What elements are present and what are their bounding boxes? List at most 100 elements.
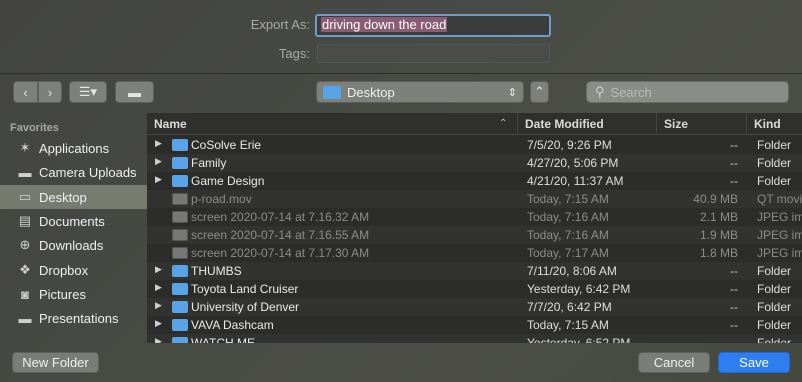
file-icon <box>172 193 188 205</box>
file-kind: JPEG image <box>757 246 802 260</box>
new-folder-button[interactable]: New Folder <box>12 352 99 373</box>
table-row[interactable]: ▶ CoSolve Erie 7/5/20, 9:26 PM -- Folder <box>147 136 802 154</box>
camera-icon: ◙ <box>21 286 29 302</box>
export-name-value: driving down the road <box>321 17 448 32</box>
table-row[interactable]: screen 2020-07-14 at 7.16.55 AM Today, 7:… <box>147 226 802 244</box>
file-kind: QT movie <box>757 192 802 206</box>
file-name: Game Design <box>191 174 265 188</box>
sort-chevron-icon: ⌃ <box>499 118 508 129</box>
dropbox-icon: ❖ <box>19 262 31 277</box>
file-kind: JPEG image <box>757 210 802 224</box>
location-select[interactable]: Desktop ⇕ <box>316 81 524 103</box>
sidebar-item-applications[interactable]: ✶ Applications <box>0 136 147 160</box>
tags-input[interactable] <box>317 44 550 63</box>
file-kind: Folder <box>757 282 792 296</box>
sidebar-item-documents[interactable]: ▤ Documents <box>0 209 147 233</box>
file-date: 7/11/20, 8:06 AM <box>527 264 617 278</box>
sidebar-item-dropbox[interactable]: ❖ Dropbox <box>0 258 147 282</box>
file-name: p-road.mov <box>191 192 252 206</box>
table-row[interactable]: ▶ University of Denver 7/7/20, 6:42 PM -- Fo… <box>147 298 802 316</box>
back-button[interactable]: ‹ <box>13 81 38 103</box>
table-row[interactable]: p-road.mov Today, 7:15 AM 40.9 MB QT movie <box>147 190 802 208</box>
folder-icon <box>172 301 188 313</box>
folder-icon <box>172 337 188 343</box>
disclosure-triangle-icon[interactable]: ▶ <box>155 138 162 149</box>
file-size: -- <box>730 174 738 188</box>
disclosure-triangle-icon[interactable]: ▶ <box>155 156 162 167</box>
table-row[interactable]: screen 2020-07-14 at 7.16.32 AM Today, 7:… <box>147 208 802 226</box>
file-name: Toyota Land Cruiser <box>191 282 299 296</box>
group-button[interactable]: ▬ <box>115 81 154 103</box>
folder-icon: ▬ <box>18 310 32 326</box>
sidebar-item-label: Applications <box>39 140 110 156</box>
column-header-size[interactable]: Size <box>656 113 746 135</box>
download-icon: ⊕ <box>19 237 31 252</box>
sidebar-item-camera-uploads[interactable]: ▬ Camera Uploads <box>0 160 147 184</box>
disclosure-triangle-icon[interactable]: ▶ <box>155 300 162 311</box>
table-row[interactable]: ▶ WATCH ME Yesterday, 6:52 PM -- Folder <box>147 334 802 343</box>
table-row[interactable]: screen 2020-07-14 at 7.17.30 AM Today, 7:… <box>147 244 802 262</box>
sidebar-heading: Favorites <box>10 122 59 134</box>
column-header-date[interactable]: Date Modified <box>517 113 656 135</box>
folder-icon <box>172 175 188 187</box>
table-row[interactable]: ▶ Game Design 4/21/20, 11:37 AM -- Folder <box>147 172 802 190</box>
search-field[interactable]: ⚲ Search <box>586 81 789 103</box>
chevron-left-icon: ‹ <box>23 84 28 100</box>
file-size: -- <box>730 318 738 332</box>
disclosure-triangle-icon[interactable]: ▶ <box>155 174 162 185</box>
file-date: Yesterday, 6:42 PM <box>527 282 631 296</box>
file-kind: JPEG image <box>757 228 802 242</box>
file-kind: Folder <box>757 336 792 343</box>
file-name: THUMBS <box>191 264 242 278</box>
file-date: 7/5/20, 9:26 PM <box>527 138 612 152</box>
file-icon <box>172 247 188 259</box>
save-button[interactable]: Save <box>718 352 790 373</box>
table-row[interactable]: ▶ VAVA Dashcam Today, 7:15 AM -- Folder <box>147 316 802 334</box>
folder-icon <box>172 139 188 151</box>
expand-collapse-button[interactable]: ⌃ <box>530 81 549 103</box>
sidebar-item-pictures[interactable]: ◙ Pictures <box>0 282 147 306</box>
file-icon <box>172 211 188 223</box>
sidebar-item-label: Presentations <box>39 310 119 326</box>
export-name-input[interactable]: driving down the road <box>315 14 551 37</box>
table-row[interactable]: ▶ Toyota Land Cruiser Yesterday, 6:42 PM --… <box>147 280 802 298</box>
search-icon: ⚲ <box>595 84 605 99</box>
cancel-button[interactable]: Cancel <box>638 352 710 373</box>
table-row[interactable]: ▶ THUMBS 7/11/20, 8:06 AM -- Folder <box>147 262 802 280</box>
table-row[interactable]: ▶ Family 4/27/20, 5:06 PM -- Folder <box>147 154 802 172</box>
file-size: 1.8 MB <box>699 246 738 260</box>
updown-chevron-icon: ⇕ <box>507 86 517 99</box>
file-date: Yesterday, 6:52 PM <box>527 336 631 343</box>
disclosure-triangle-icon[interactable]: ▶ <box>155 318 162 329</box>
sidebar-item-label: Downloads <box>39 237 104 253</box>
list-view-icon: ☰▾ <box>78 84 98 99</box>
file-name: CoSolve Erie <box>191 138 262 152</box>
sidebar-item-downloads[interactable]: ⊕ Downloads <box>0 233 147 257</box>
column-header-kind[interactable]: Kind <box>746 113 802 135</box>
file-date: 7/7/20, 6:42 PM <box>527 300 612 314</box>
disclosure-triangle-icon[interactable]: ▶ <box>155 336 162 343</box>
disclosure-triangle-icon[interactable]: ▶ <box>155 264 162 275</box>
search-placeholder: Search <box>610 84 652 100</box>
column-header-name[interactable]: Name <box>147 113 517 135</box>
file-date: Today, 7:16 AM <box>527 210 609 224</box>
file-date: Today, 7:15 AM <box>527 192 609 206</box>
file-date: 4/27/20, 5:06 PM <box>527 156 619 170</box>
file-kind: Folder <box>757 174 792 188</box>
sidebar-item-label: Documents <box>39 213 105 229</box>
file-size: -- <box>730 282 738 296</box>
folder-icon <box>172 157 188 169</box>
folder-icon <box>172 319 188 331</box>
file-kind: Folder <box>757 138 792 152</box>
file-name: screen 2020-07-14 at 7.16.55 AM <box>191 228 370 242</box>
file-size: -- <box>730 264 738 278</box>
file-size: -- <box>730 336 738 343</box>
disclosure-triangle-icon[interactable]: ▶ <box>155 282 162 293</box>
forward-button[interactable]: › <box>38 81 62 103</box>
file-size: -- <box>730 300 738 314</box>
file-size: 1.9 MB <box>699 228 738 242</box>
sidebar-item-desktop[interactable]: ▭ Desktop <box>0 185 147 209</box>
view-options-button[interactable]: ☰▾ <box>69 81 107 103</box>
sidebar-item-presentations[interactable]: ▬ Presentations <box>0 306 147 330</box>
export-as-label: Export As: <box>250 17 310 32</box>
